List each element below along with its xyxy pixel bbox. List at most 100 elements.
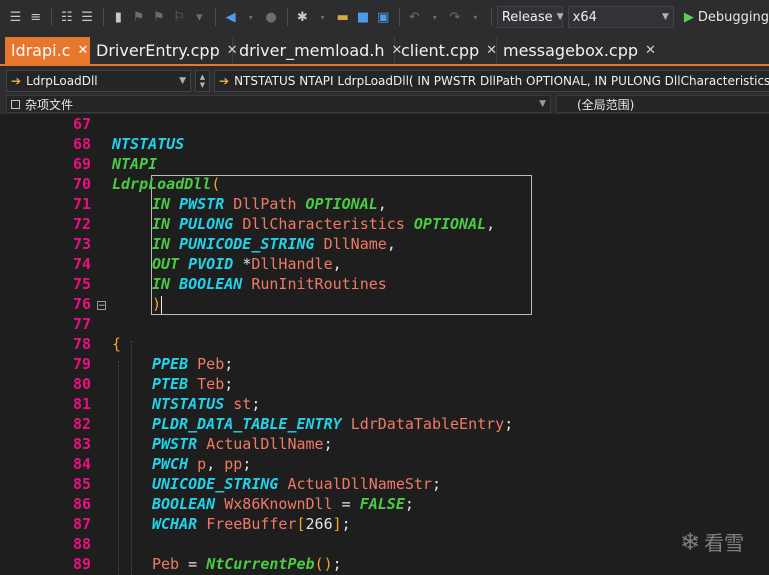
punctuation: (	[211, 175, 221, 193]
line-number: 85	[72, 475, 91, 493]
navigation-bar: ➔ LdrpLoadDll ▼ ▲ ▼ ➔ NTSTATUS NTAPI Ldr…	[0, 66, 769, 94]
global-scope-combo[interactable]: (全局范围)	[556, 95, 769, 113]
code-line-68: NTSTATUS	[112, 135, 184, 153]
code-line-81: NTSTATUS st;	[152, 395, 261, 413]
document-tab-bar: ldrapi.c ✕ DriverEntry.cpp ✕ driver_meml…	[0, 34, 769, 66]
toolbar-overflow-icon[interactable]: ▾	[190, 6, 209, 28]
line-number: 69	[72, 155, 91, 173]
redo-dropdown-icon[interactable]: ▾	[466, 6, 485, 28]
line-number: 89	[72, 555, 91, 573]
tab-driverentry-cpp[interactable]: DriverEntry.cpp ✕	[90, 37, 238, 64]
close-icon[interactable]: ✕	[486, 43, 497, 58]
code-line-71: IN PWSTR DllPath OPTIONAL,	[152, 195, 387, 213]
outdent-icon[interactable]: ☰	[78, 6, 97, 28]
navigate-back-icon[interactable]: ◀	[221, 6, 240, 28]
uncomment-icon[interactable]: ≡	[26, 6, 45, 28]
line-number: 88	[72, 535, 91, 553]
line-number: 87	[72, 515, 91, 533]
tab-ldrapi-c[interactable]: ldrapi.c ✕	[5, 37, 90, 64]
member-combo-value: NTSTATUS NTAPI LdrpLoadDll( IN PWSTR Dll…	[234, 74, 769, 88]
line-number: 82	[72, 415, 91, 433]
navigate-forward-icon[interactable]: ●	[261, 6, 280, 28]
solution-platform-value: x64	[572, 9, 597, 25]
text-caret	[161, 296, 162, 314]
function-combo-value: LdrpLoadDll	[26, 74, 98, 88]
line-number: 74	[72, 255, 91, 273]
code-line-87: WCHAR FreeBuffer[266];	[152, 515, 351, 533]
code-line-85: UNICODE_STRING ActualDllNameStr;	[152, 475, 441, 493]
code-line-80: PTEB Teb;	[152, 375, 234, 393]
solution-platform-select[interactable]: x64 ▼	[567, 6, 674, 28]
close-icon[interactable]: ✕	[77, 43, 88, 58]
line-number: 72	[72, 215, 91, 233]
tab-label: client.cpp	[401, 41, 480, 60]
bookmark-icon[interactable]: ▮	[109, 6, 128, 28]
open-file-icon[interactable]: ▬	[333, 6, 352, 28]
new-project-icon[interactable]: ✱	[293, 6, 312, 28]
undo-dropdown-icon[interactable]: ▾	[425, 6, 444, 28]
member-combo[interactable]: ➔ NTSTATUS NTAPI LdrpLoadDll( IN PWSTR D…	[214, 70, 769, 92]
back-dropdown-icon[interactable]: ▾	[241, 6, 260, 28]
next-bookmark-icon[interactable]: ⚑	[149, 6, 168, 28]
chevron-down-icon[interactable]: ▼	[200, 81, 205, 89]
keyword: NTAPI	[112, 155, 158, 173]
project-scope-combo[interactable]: 杂项文件 ▼	[6, 95, 551, 113]
indent-guide	[131, 341, 132, 575]
tab-messagebox-cpp[interactable]: messagebox.cpp ✕	[497, 37, 656, 64]
tab-client-cpp[interactable]: client.cpp ✕	[395, 37, 497, 64]
line-number: 75	[72, 275, 91, 293]
collapse-region-icon[interactable]: −	[97, 301, 106, 311]
line-number: 71	[72, 195, 91, 213]
split-spinner[interactable]: ▲ ▼	[195, 70, 210, 92]
clear-bookmarks-icon[interactable]: ⚐	[169, 6, 188, 28]
indent-icon[interactable]: ☷	[57, 6, 76, 28]
keyword: NTSTATUS	[112, 135, 185, 153]
snowflake-icon: ❄	[680, 527, 701, 556]
code-editor[interactable]: 67 68 69 70 71 72 73 74 75 76 77 78 79 8…	[0, 114, 769, 575]
save-all-icon[interactable]: ▣	[374, 6, 393, 28]
code-line-82: PLDR_DATA_TABLE_ENTRY LdrDataTableEntry;	[152, 415, 514, 433]
start-debugging-button[interactable]: Debugging	[698, 10, 769, 25]
line-number: 83	[72, 435, 91, 453]
prev-bookmark-icon[interactable]: ⚑	[129, 6, 148, 28]
code-line-79: PPEB Peb;	[152, 355, 234, 373]
start-debugging-icon[interactable]: ▶	[684, 10, 694, 25]
code-line-83: PWSTR ActualDllName;	[152, 435, 333, 453]
new-dropdown-icon[interactable]: ▾	[313, 6, 332, 28]
code-line-78: {	[112, 335, 122, 353]
solution-config-select[interactable]: Release ▼	[496, 6, 564, 28]
line-number: 79	[72, 355, 91, 373]
redo-icon[interactable]: ↷	[445, 6, 464, 28]
file-icon	[11, 99, 20, 109]
indent-guide	[118, 361, 119, 575]
chevron-down-icon: ▼	[661, 12, 669, 22]
code-line-75: IN BOOLEAN RunInitRoutines	[152, 275, 387, 293]
code-line-72: IN PULONG DllCharacteristics OPTIONAL,	[152, 215, 496, 233]
code-line-70: LdrpLoadDll(	[112, 175, 220, 193]
main-toolbar: ☰ ≡ ☷ ☰ ▮ ⚑ ⚑ ⚐ ▾ ◀ ▾ ● ✱ ▾ ▬ ■ ▣ ↶ ▾ ↷ …	[0, 0, 769, 34]
watermark: ❄ 看雪	[680, 527, 744, 556]
line-number: 68	[72, 135, 91, 153]
solution-config-value: Release	[501, 9, 553, 25]
code-line-89: Peb = NtCurrentPeb();	[152, 555, 342, 573]
line-number: 70	[72, 175, 91, 193]
save-icon[interactable]: ■	[353, 6, 372, 28]
line-number: 86	[72, 495, 91, 513]
tab-label: DriverEntry.cpp	[96, 41, 220, 60]
close-icon[interactable]: ✕	[645, 43, 656, 58]
function-combo[interactable]: ➔ LdrpLoadDll ▼	[6, 70, 191, 92]
watermark-text: 看雪	[704, 531, 745, 555]
chevron-down-icon: ▼	[556, 12, 564, 22]
line-number: 67	[72, 115, 91, 133]
comment-out-icon[interactable]: ☰	[6, 6, 25, 28]
tab-driver-memload-h[interactable]: driver_memload.h ✕	[233, 37, 402, 64]
scope-bar: 杂项文件 ▼ (全局范围)	[0, 94, 769, 114]
line-number: 76	[72, 295, 91, 313]
toolbar-divider	[214, 8, 216, 26]
chevron-down-icon: ▼	[539, 99, 546, 109]
global-scope-value: (全局范围)	[577, 97, 635, 112]
undo-icon[interactable]: ↶	[405, 6, 424, 28]
line-number: 81	[72, 395, 91, 413]
toolbar-divider	[490, 8, 492, 26]
chevron-up-icon[interactable]: ▲	[200, 73, 205, 81]
